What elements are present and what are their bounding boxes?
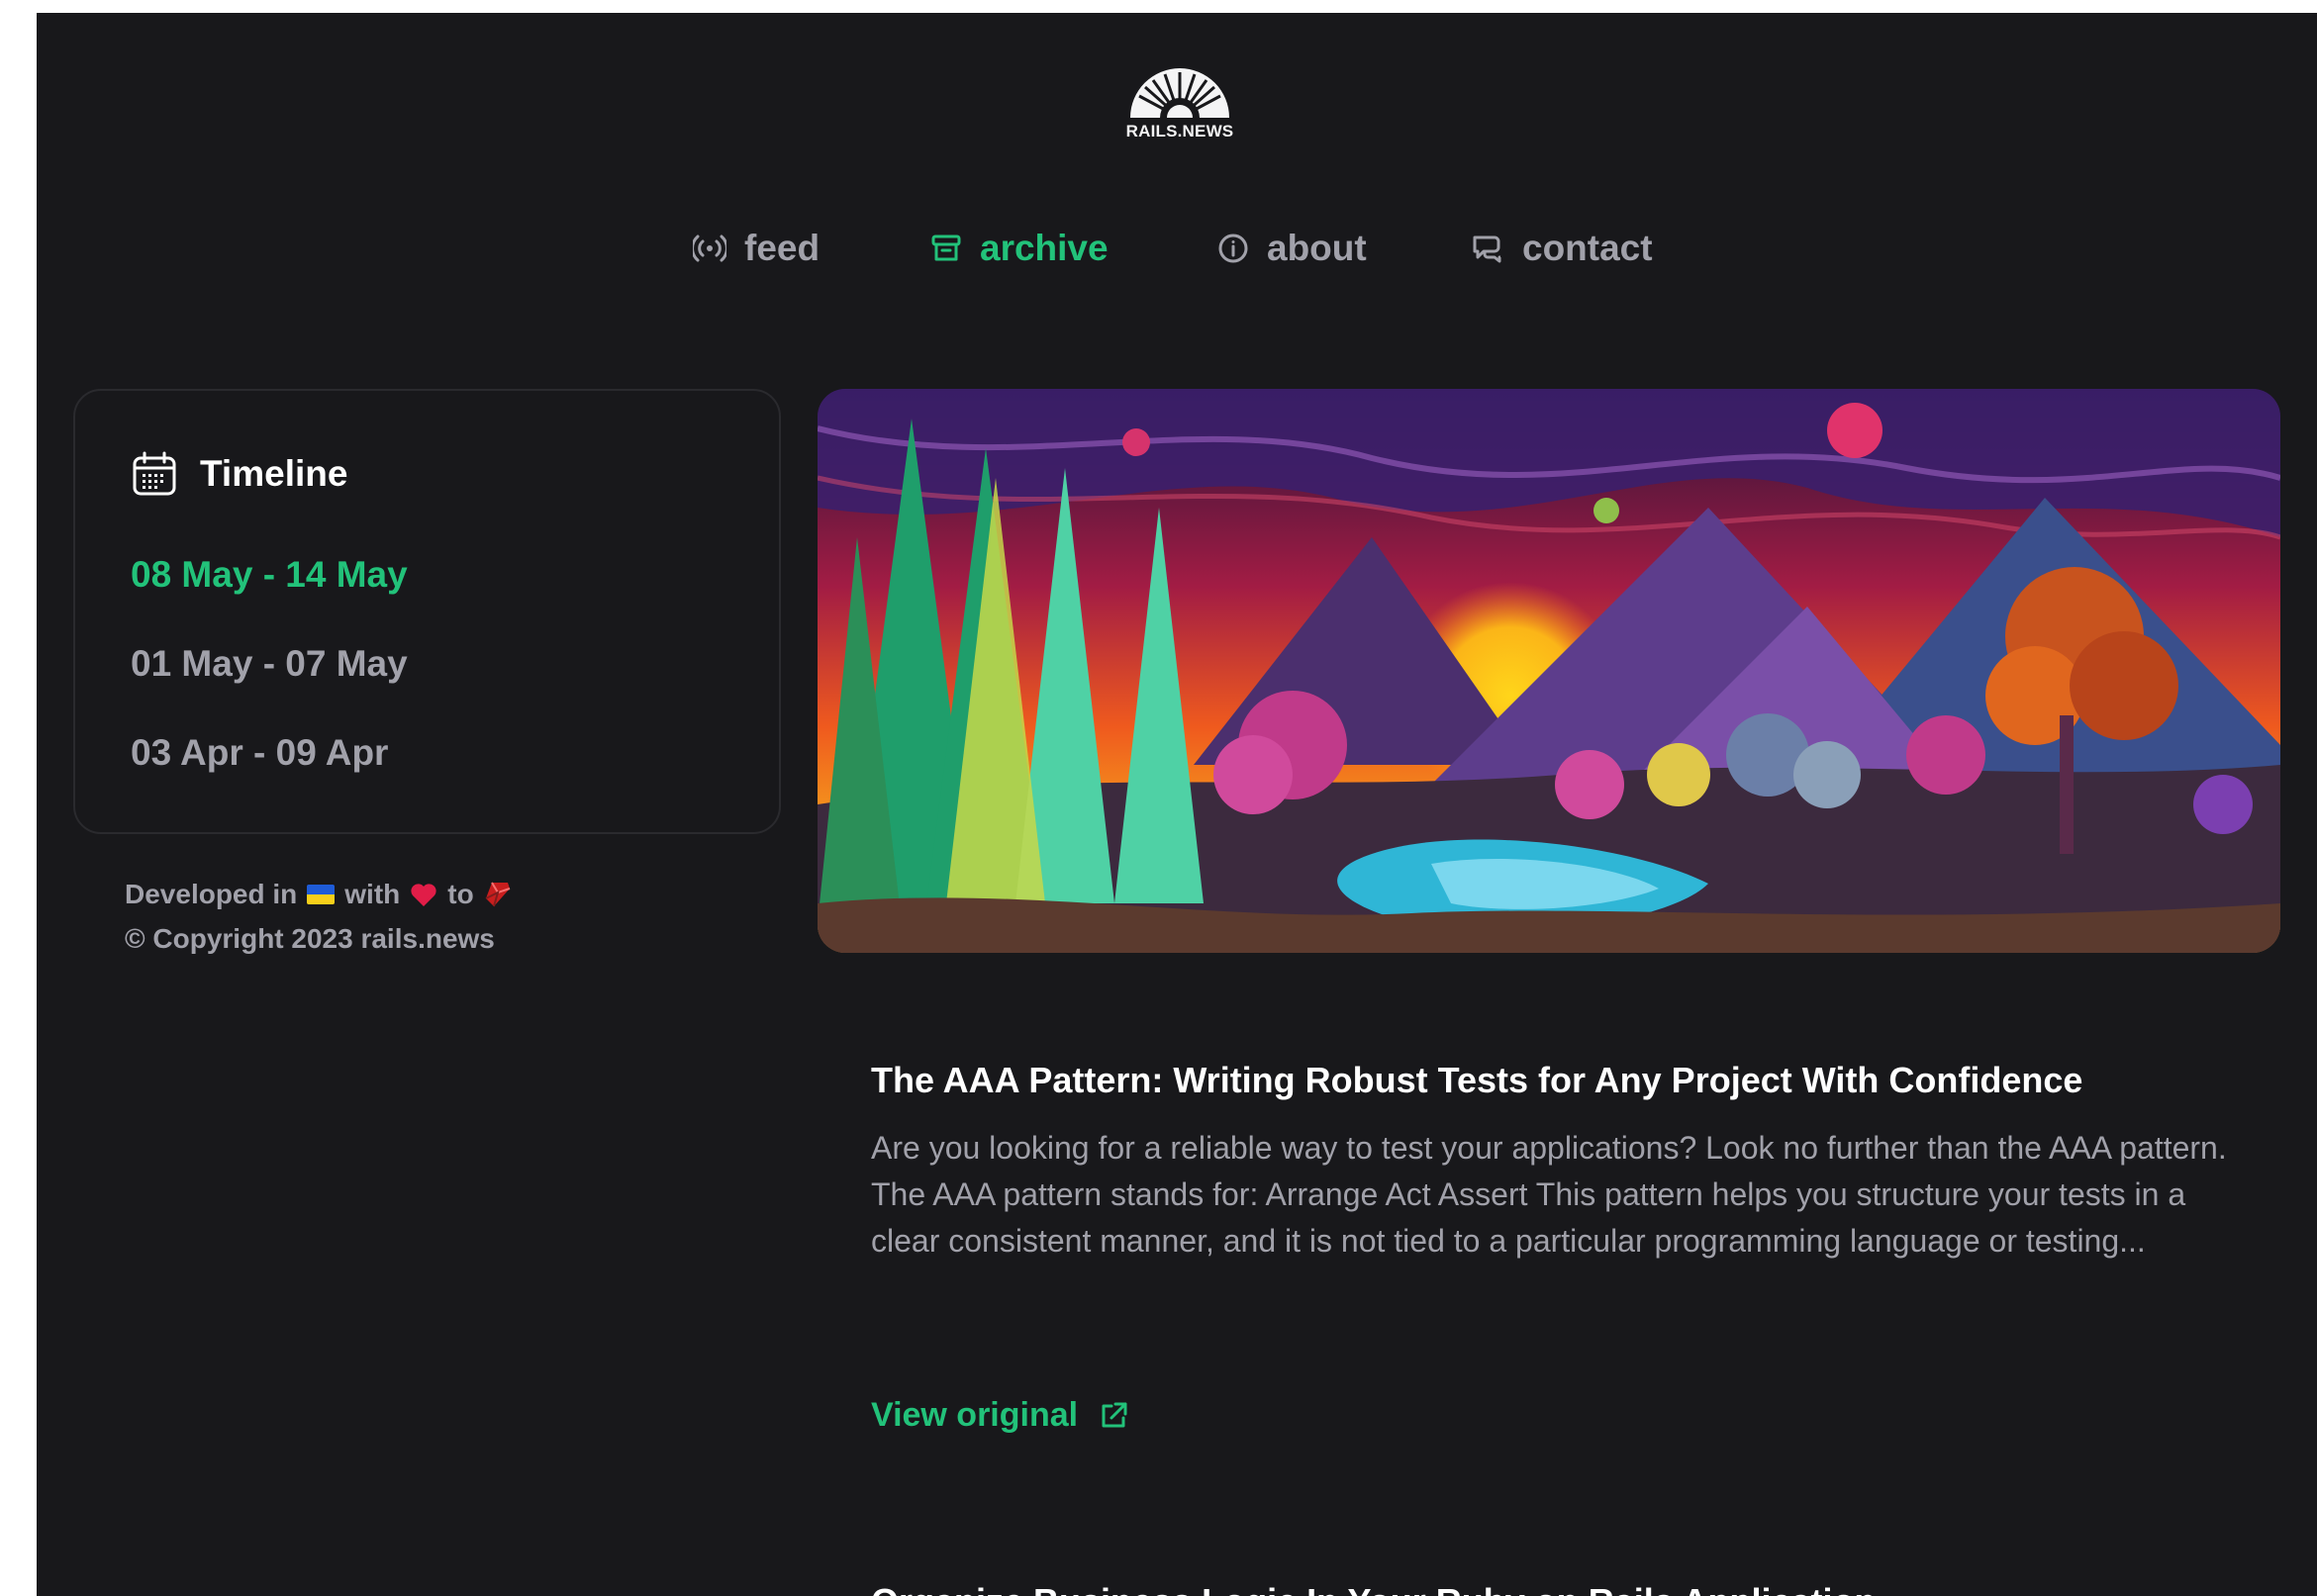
fantasy-landscape-illustration	[818, 389, 2280, 953]
view-original-label: View original	[871, 1396, 1079, 1434]
nav-item-feed[interactable]: feed	[693, 214, 820, 283]
ruby-gem-icon	[485, 881, 511, 906]
nav-label-about: about	[1267, 228, 1367, 268]
to-text: to	[447, 879, 474, 909]
copyright-text: © Copyright 2023 rails.news	[125, 923, 495, 954]
next-article-title[interactable]: Organize Business Logic In Your Ruby on …	[871, 1581, 2059, 1596]
with-text: with	[344, 879, 401, 909]
article-title[interactable]: The AAA Pattern: Writing Robust Tests fo…	[871, 1060, 2257, 1101]
nav-item-about[interactable]: about	[1217, 214, 1367, 283]
timeline-week-link[interactable]: 03 Apr - 09 Apr	[131, 732, 388, 774]
app-window: RAILS.NEWS feed archive about contact Ti…	[37, 13, 2317, 1596]
broadcast-icon	[693, 235, 726, 262]
developed-line: Developed in with to	[125, 872, 512, 916]
timeline-header: Timeline	[131, 450, 347, 498]
nav-item-archive[interactable]: archive	[930, 214, 1109, 283]
site-logo[interactable]: RAILS.NEWS	[1118, 62, 1241, 141]
chat-bubbles-icon	[1473, 235, 1501, 263]
archive-box-icon	[931, 235, 961, 261]
logo-icon	[1130, 68, 1229, 120]
nav-label-contact: contact	[1522, 228, 1653, 268]
article-hero-image[interactable]	[818, 389, 2280, 953]
info-circle-icon	[1218, 234, 1248, 263]
external-link-icon	[1102, 1402, 1127, 1427]
timeline-week-link[interactable]: 01 May - 07 May	[131, 643, 408, 685]
ukraine-flag-icon	[307, 884, 336, 904]
logo-text: RAILS.NEWS	[1125, 122, 1234, 141]
nav-label-archive: archive	[980, 228, 1109, 268]
timeline-card: Timeline 08 May - 14 May 01 May - 07 May…	[73, 389, 781, 834]
sidebar-footer: Developed in with to © Copyright 2023 ra…	[125, 872, 512, 961]
article-excerpt: Are you looking for a reliable way to te…	[871, 1130, 2227, 1259]
nav-label-feed: feed	[744, 228, 821, 268]
main-nav: feed archive about contact	[37, 214, 2317, 283]
timeline-title: Timeline	[200, 453, 348, 494]
view-original-link[interactable]: View original	[871, 1396, 1129, 1435]
calendar-icon	[133, 451, 176, 496]
heart-icon	[411, 883, 436, 906]
nav-item-contact[interactable]: contact	[1471, 214, 1653, 283]
timeline-week-link[interactable]: 08 May - 14 May	[131, 554, 408, 596]
developed-in-text: Developed in	[125, 879, 298, 909]
